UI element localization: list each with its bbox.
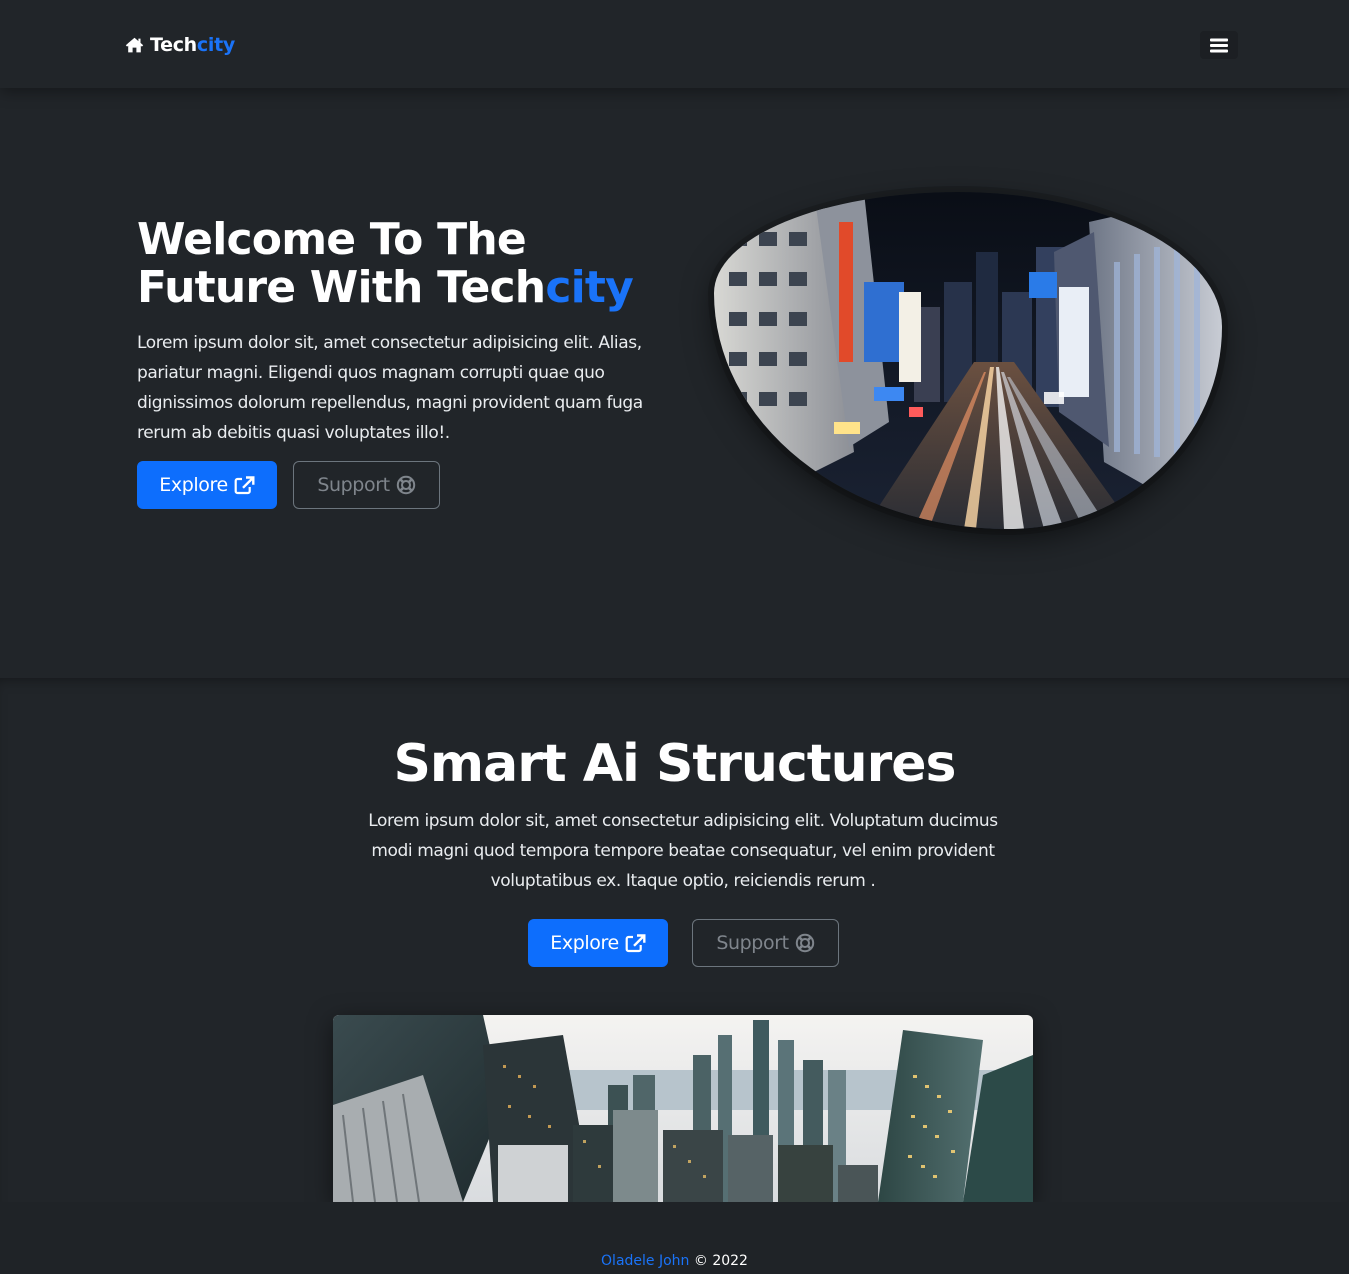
smart-ai-section: Smart Ai Structures Lorem ipsum dolor si… [0,678,1349,1202]
hamburger-menu-icon [1210,38,1228,53]
brand-link[interactable]: Techcity [125,34,235,56]
footer: Oladele John © 2022 [0,1202,1349,1274]
hero-title-accent: city [545,262,634,313]
hero-description: Lorem ipsum dolor sit, amet consectetur … [137,333,643,443]
external-link-icon [234,475,255,495]
hero-city-image [714,192,1222,529]
brand-name: Techcity [150,34,235,56]
menu-toggle-button[interactable] [1200,31,1238,59]
hero-title: Welcome To The Future With Techcity [137,214,634,313]
footer-text: Oladele John © 2022 [0,1253,1349,1269]
life-ring-icon [396,475,416,495]
navbar: Techcity [0,0,1349,88]
hero-support-button[interactable]: Support [293,461,440,509]
life-ring-icon [795,933,815,953]
section-support-button[interactable]: Support [692,919,839,967]
external-link-icon [625,933,646,953]
section-title: Smart Ai Structures [393,734,956,794]
author-link[interactable]: Oladele John [601,1253,689,1269]
copyright-text: © 2022 [693,1253,748,1269]
section-explore-button[interactable]: Explore [528,919,668,967]
brand-accent: city [196,34,235,56]
section-description: Lorem ipsum dolor sit, amet consectetur … [368,811,998,891]
skyline-image [333,1015,1033,1202]
hero-explore-button[interactable]: Explore [137,461,277,509]
hero-section: Welcome To The Future With Techcity Lore… [0,88,1349,678]
home-icon [125,37,144,53]
